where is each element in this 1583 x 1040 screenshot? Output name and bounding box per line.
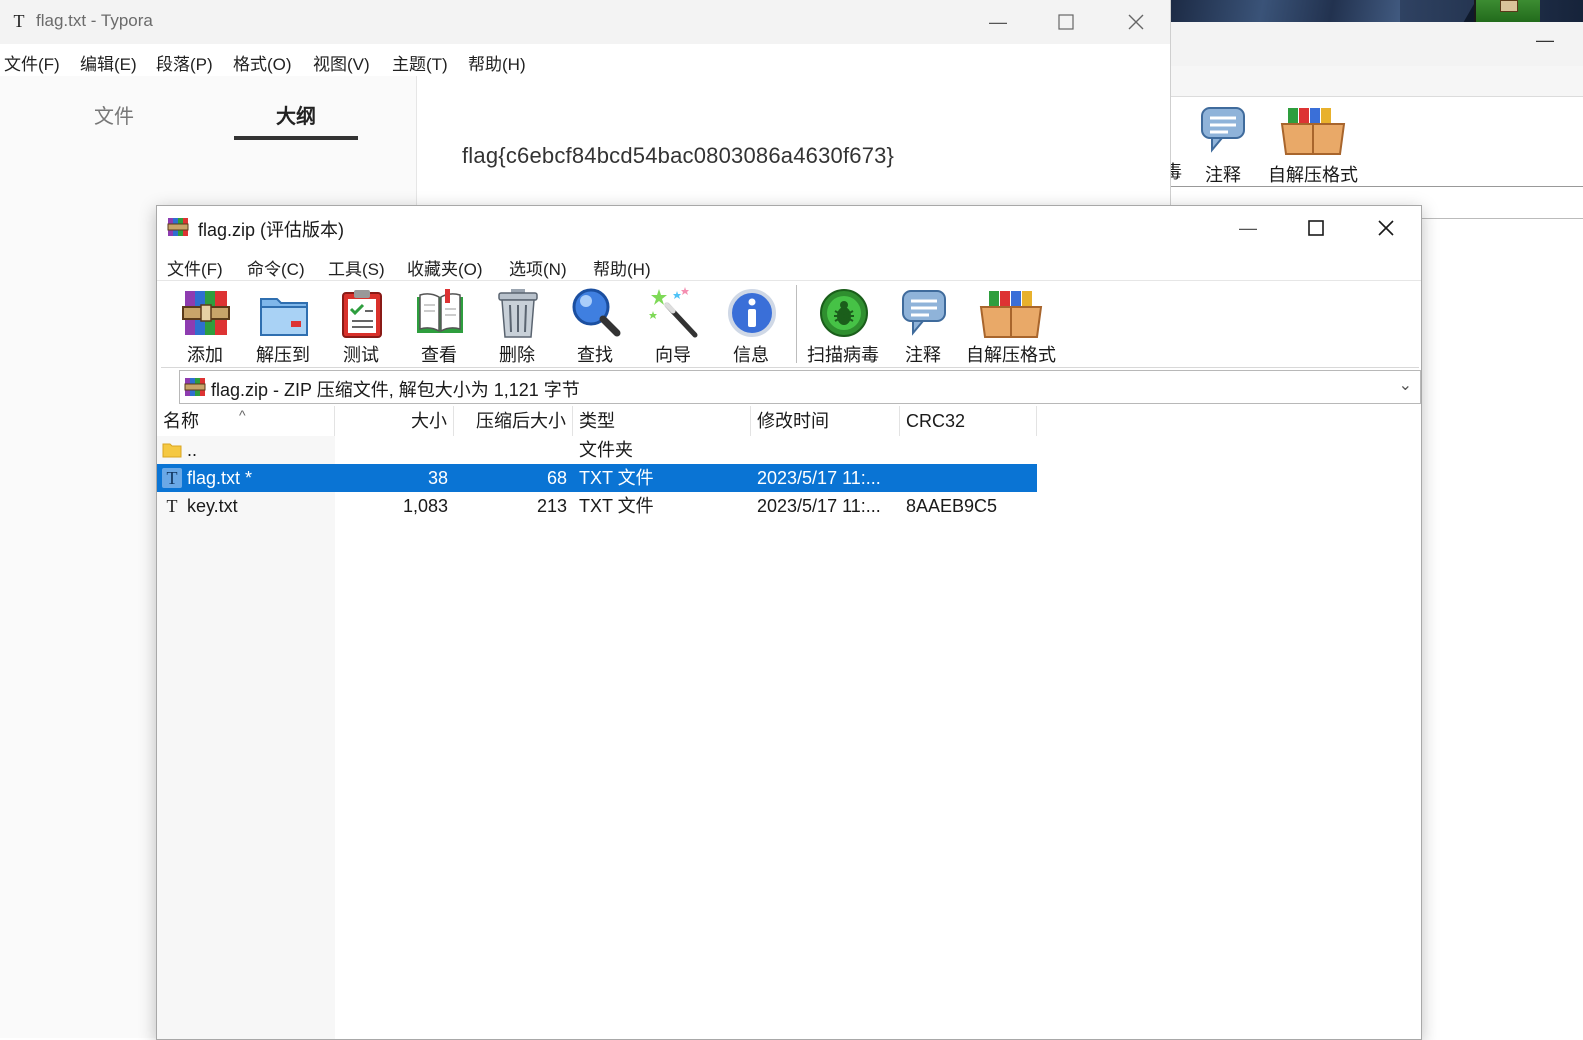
archive-path-bar[interactable]: flag.zip - ZIP 压缩文件, 解包大小为 1,121 字节 ⌄: [179, 370, 1421, 404]
menu-theme[interactable]: 主题(T): [392, 50, 448, 75]
winrar-menubar: 文件(F) 命令(C) 工具(S) 收藏夹(O) 选项(N) 帮助(H): [157, 249, 1421, 281]
file-size: 38: [427, 468, 448, 488]
back-window-titlebar[interactable]: —: [1170, 22, 1583, 67]
minimize-icon: —: [1239, 217, 1257, 238]
info-button[interactable]: 信息: [715, 285, 787, 365]
magnifier-icon: [572, 288, 621, 337]
wizard-wand-icon: [649, 287, 698, 338]
folder-icon: [162, 443, 182, 458]
winrar-window: flag.zip (评估版本) — 文件(F) 命令(C) 工具(S) 收藏夹(…: [156, 205, 1422, 1040]
menu-help[interactable]: 帮助(H): [468, 50, 526, 75]
menu-file[interactable]: 文件(F): [167, 255, 223, 280]
sfx-box-icon: [1280, 108, 1346, 155]
tab-outline[interactable]: 大纲: [276, 100, 316, 129]
back-toolbar-comment-button[interactable]: 注释: [1198, 104, 1248, 187]
test-clipboard-icon: [342, 290, 382, 338]
file-list: 名称 ^ 大小 压缩后大小 类型 修改时间 CRC32 .. 文件夹 T fla…: [157, 406, 1421, 1039]
minimize-button[interactable]: —: [1214, 206, 1282, 250]
trash-icon: [498, 289, 538, 338]
window-title: flag.zip (评估版本): [198, 220, 345, 240]
typora-app-icon: T: [13, 11, 25, 31]
close-button[interactable]: [1352, 206, 1420, 250]
minimize-button[interactable]: —: [964, 0, 1032, 44]
menu-view[interactable]: 视图(V): [313, 50, 370, 75]
document-text[interactable]: flag{c6ebcf84bcd54bac0803086a4630f673}: [462, 143, 894, 169]
list-item-key-txt[interactable]: T key.txt 1,083 213 TXT 文件 2023/5/17 11:…: [157, 492, 1037, 520]
close-button[interactable]: [1102, 0, 1170, 44]
comment-icon: [1201, 107, 1245, 153]
maximize-button[interactable]: [1032, 0, 1100, 44]
column-header-type[interactable]: 类型: [573, 406, 751, 436]
sort-ascending-icon: ^: [239, 407, 246, 423]
view-book-icon: [417, 289, 463, 333]
extract-folder-icon: [260, 298, 308, 336]
text-file-icon: T: [162, 468, 182, 488]
close-icon: [1128, 14, 1144, 30]
menu-edit[interactable]: 编辑(E): [80, 50, 137, 75]
divider: [1170, 186, 1583, 187]
sfx-button[interactable]: 自解压格式: [966, 285, 1056, 365]
typora-menubar: 文件(F) 编辑(E) 段落(P) 格式(O) 视图(V) 主题(T) 帮助(H…: [0, 44, 1170, 76]
sfx-label: 自解压格式: [966, 345, 1056, 365]
minimize-icon[interactable]: —: [1536, 30, 1554, 51]
back-comment-label: 注释: [1205, 165, 1241, 185]
file-packed-size: 68: [546, 468, 567, 488]
active-tab-indicator: [234, 136, 358, 140]
file-modified: 2023/5/17 11:...: [757, 496, 881, 516]
menu-favorites[interactable]: 收藏夹(O): [407, 255, 483, 280]
column-header-name[interactable]: 名称 ^: [157, 406, 335, 436]
file-type: TXT 文件: [579, 496, 654, 516]
sfx-box-icon: [979, 291, 1043, 338]
chevron-down-icon[interactable]: ⌄: [1399, 375, 1412, 395]
archive-icon: [184, 378, 206, 396]
archive-path-text: flag.zip - ZIP 压缩文件, 解包大小为 1,121 字节: [211, 380, 580, 400]
file-name: flag.txt *: [187, 468, 253, 488]
desktop-app-icon[interactable]: [1474, 0, 1540, 22]
column-header-crc[interactable]: CRC32: [900, 406, 1037, 436]
list-item-parent-folder[interactable]: .. 文件夹: [157, 436, 1037, 464]
maximize-icon: [1058, 14, 1074, 30]
comment-icon: [902, 290, 946, 336]
column-header-packed[interactable]: 压缩后大小: [454, 406, 573, 436]
file-type: 文件夹: [579, 440, 633, 460]
minimize-icon: —: [989, 11, 1007, 32]
file-crc: 8AAEB9C5: [906, 496, 998, 516]
file-name: key.txt: [187, 496, 238, 516]
menu-paragraph[interactable]: 段落(P): [156, 50, 213, 75]
column-header-size[interactable]: 大小: [335, 406, 454, 436]
list-item-flag-txt[interactable]: T flag.txt * 38 68 TXT 文件 2023/5/17 11:.…: [157, 464, 1037, 492]
file-size: 1,083: [402, 496, 448, 516]
comment-button[interactable]: 注释: [887, 285, 959, 365]
desktop-background: [1170, 0, 1583, 22]
info-icon: [728, 289, 776, 337]
winrar-toolbar: 添加 解压到 测试 查看 删除 查找 向导 信息 扫描病毒 注释 自解压格式: [161, 281, 1419, 368]
file-modified: 2023/5/17 11:...: [757, 468, 881, 488]
column-header-modified[interactable]: 修改时间: [751, 406, 900, 436]
maximize-button[interactable]: [1282, 206, 1350, 250]
menu-help[interactable]: 帮助(H): [593, 255, 651, 280]
menu-command[interactable]: 命令(C): [247, 255, 305, 280]
winrar-titlebar[interactable]: flag.zip (评估版本) —: [157, 206, 1421, 249]
virus-scan-icon: [820, 289, 868, 337]
file-type: TXT 文件: [579, 468, 654, 488]
winrar-app-icon: [167, 218, 189, 236]
file-packed-size: 213: [536, 496, 567, 516]
back-sfx-label: 自解压格式: [1268, 165, 1358, 185]
maximize-icon: [1308, 220, 1324, 236]
close-icon: [1378, 220, 1394, 236]
menu-options[interactable]: 选项(N): [509, 255, 567, 280]
menu-tools[interactable]: 工具(S): [328, 255, 385, 280]
menu-file[interactable]: 文件(F): [4, 50, 60, 75]
window-title: flag.txt - Typora: [36, 11, 153, 30]
typora-titlebar[interactable]: T flag.txt - Typora —: [0, 0, 1170, 44]
text-file-icon: T: [166, 496, 178, 516]
menu-format[interactable]: 格式(O): [233, 50, 292, 75]
back-toolbar-sfx-button[interactable]: 自解压格式: [1268, 104, 1358, 187]
back-window-menubar: [1170, 66, 1583, 97]
add-archive-icon: [182, 291, 230, 335]
tab-files[interactable]: 文件: [94, 100, 134, 129]
file-name: ..: [187, 440, 198, 460]
